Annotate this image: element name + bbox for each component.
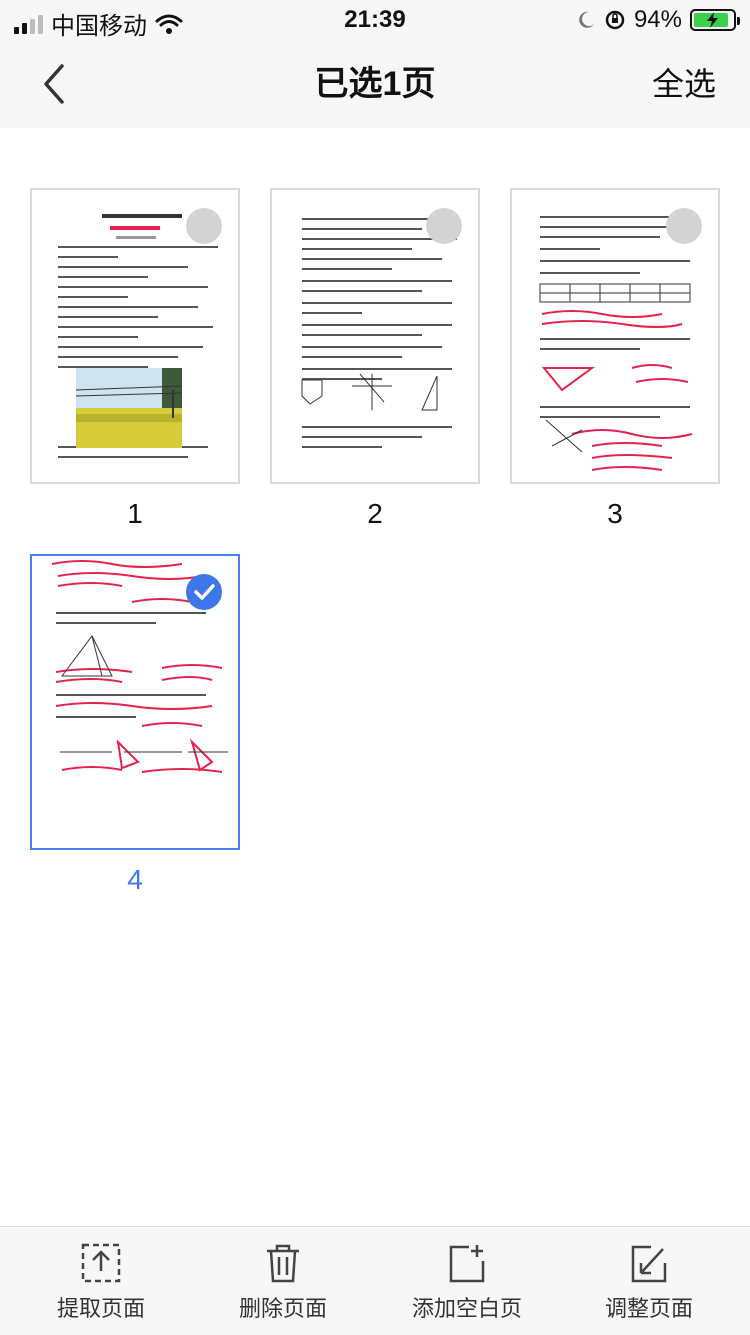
page-title: 已选1页 <box>314 65 436 103</box>
status-right: 94% <box>576 6 740 34</box>
trash-icon <box>267 1244 299 1283</box>
checkmark-icon <box>194 584 215 600</box>
page-thumbnail[interactable] <box>510 188 720 484</box>
moon-icon <box>579 11 594 28</box>
delete-page-button[interactable]: 删除页面 <box>198 1241 368 1323</box>
page-number: 3 <box>607 498 623 529</box>
page-number: 1 <box>127 498 143 529</box>
delete-label: 删除页面 <box>238 1296 327 1321</box>
battery-charging-icon <box>690 9 740 31</box>
adjust-page-button[interactable]: 调整页面 <box>564 1241 734 1323</box>
select-checkbox[interactable] <box>186 574 222 610</box>
add-blank-label: 添加空白页 <box>411 1296 522 1321</box>
page-number: 2 <box>367 498 383 529</box>
bottom-toolbar: 提取页面 删除页面 添加空白页 调整页面 <box>0 1226 750 1335</box>
select-checkbox[interactable] <box>186 208 222 244</box>
page-thumbnail[interactable] <box>30 188 240 484</box>
rotation-lock-icon <box>605 10 625 30</box>
extract-icon <box>81 1243 121 1283</box>
select-checkbox[interactable] <box>666 208 702 244</box>
adjust-icon <box>631 1245 667 1283</box>
add-blank-page-button[interactable]: 添加空白页 <box>382 1241 552 1323</box>
page-thumbnail[interactable] <box>30 554 240 850</box>
page-number: 4 <box>127 864 143 895</box>
extract-label: 提取页面 <box>56 1296 145 1321</box>
status-bar: 中国移动 21:39 94% <box>0 0 750 40</box>
page-grid: 1 2 3 4 <box>0 128 750 1226</box>
page-thumbnail[interactable] <box>270 188 480 484</box>
extract-page-button[interactable]: 提取页面 <box>16 1241 186 1323</box>
nav-bar: 已选1页 全选 <box>0 40 750 129</box>
battery-percent: 94% <box>633 6 682 33</box>
select-checkbox[interactable] <box>426 208 462 244</box>
adjust-label: 调整页面 <box>604 1296 693 1321</box>
select-all-button[interactable]: 全选 <box>652 60 716 108</box>
add-page-icon <box>449 1245 485 1283</box>
